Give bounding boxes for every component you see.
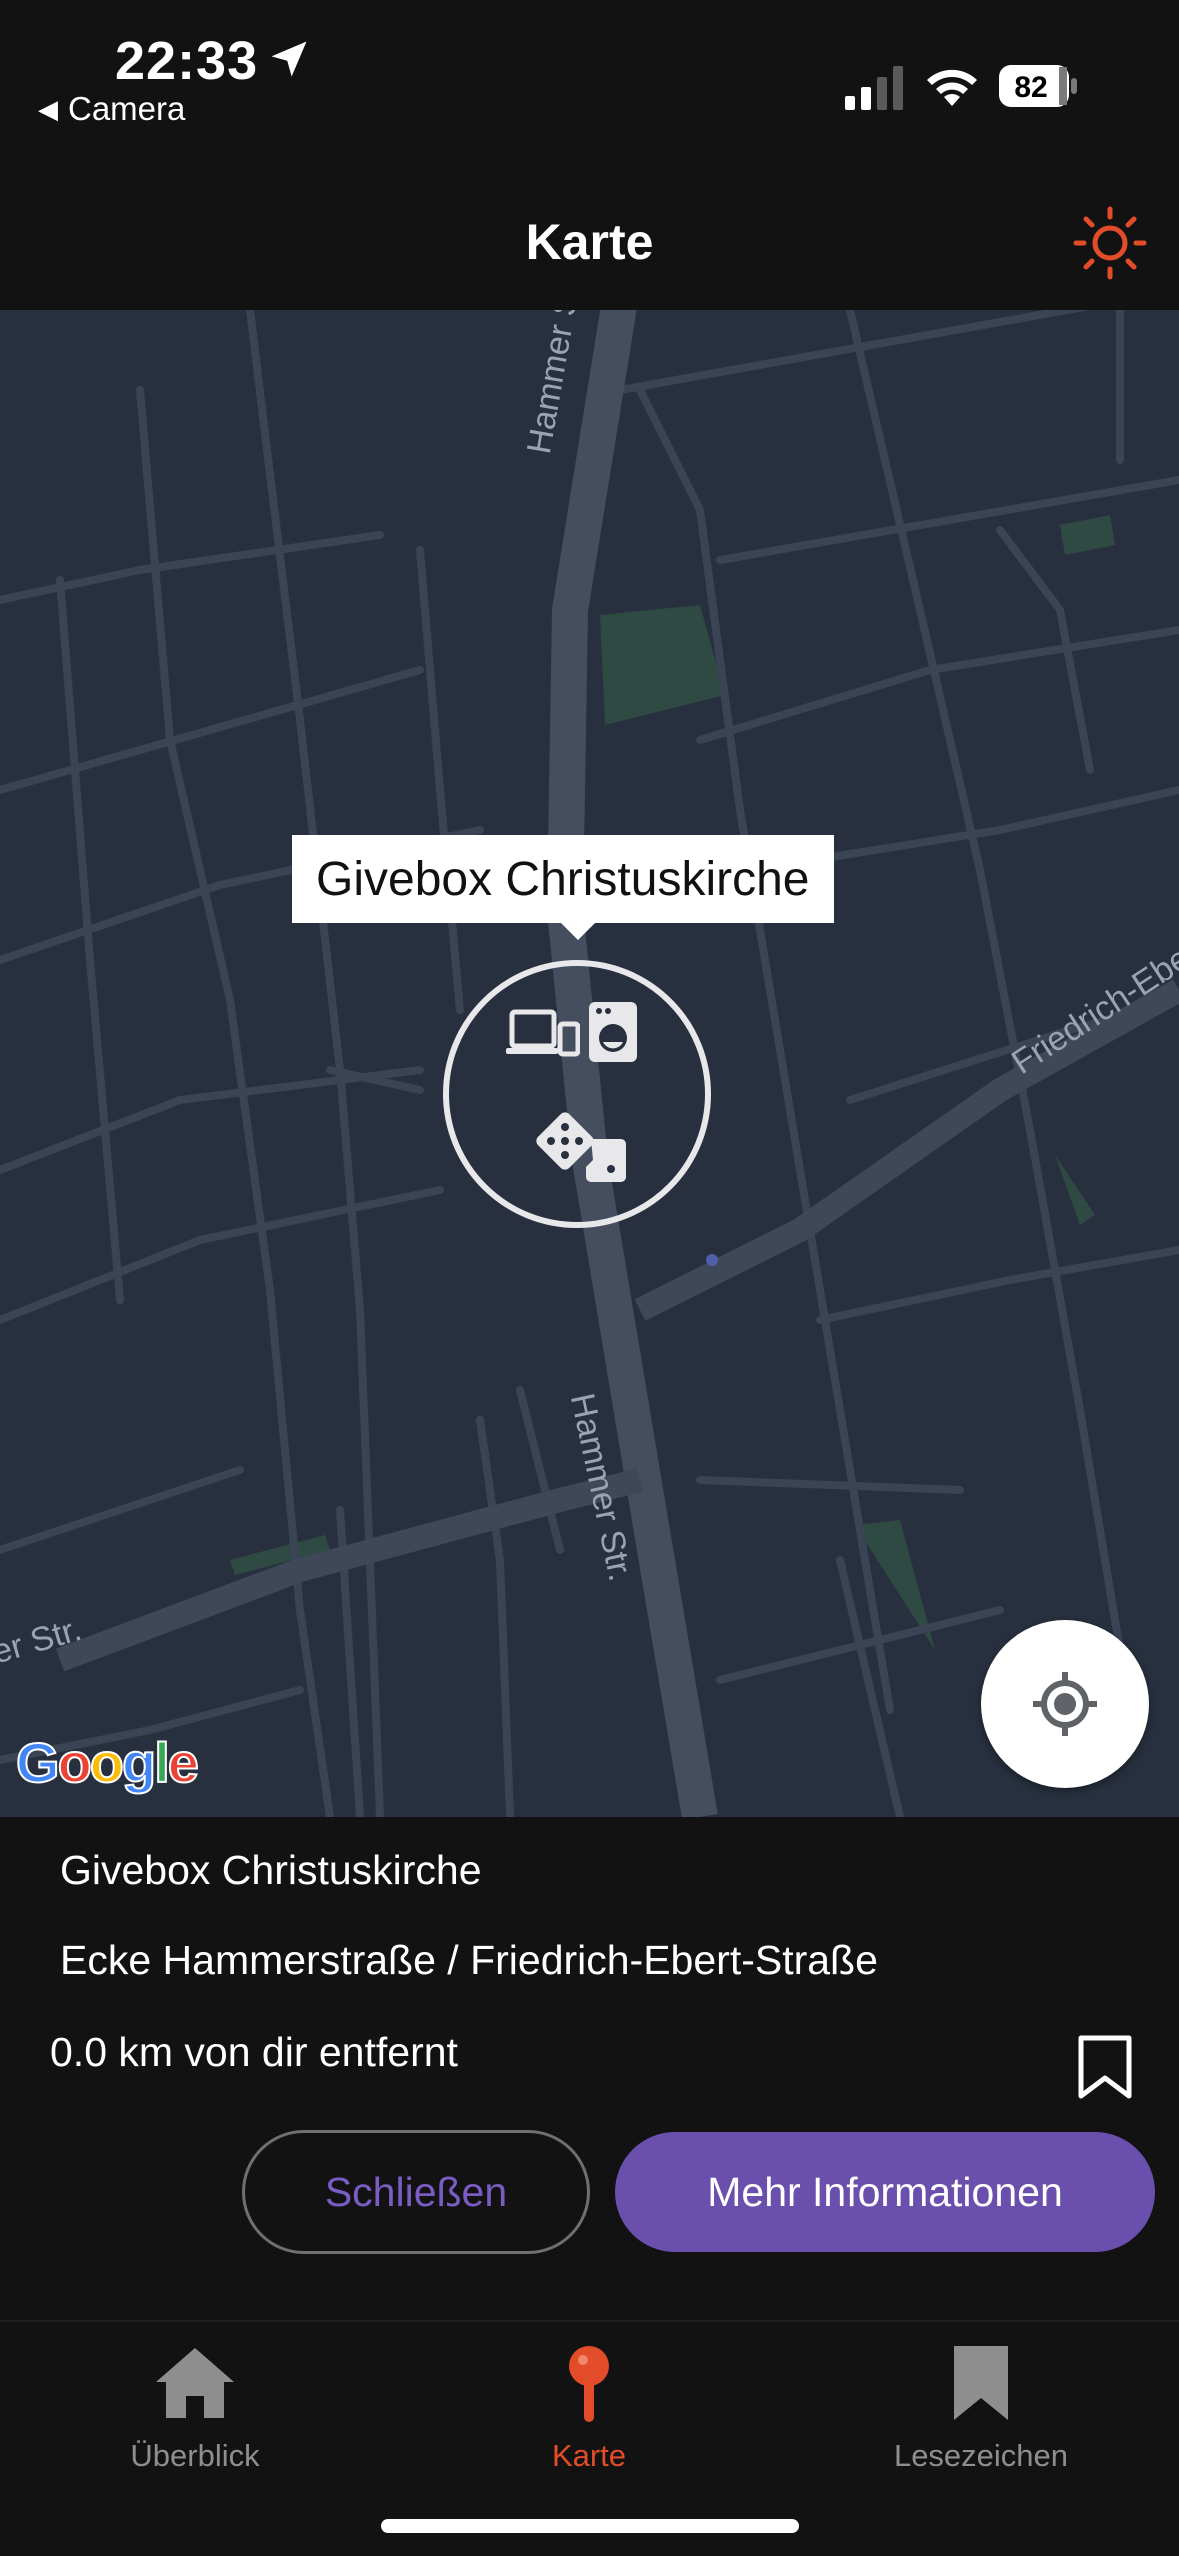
status-time: 22:33 [115, 31, 259, 91]
battery-level: 82 [1014, 71, 1047, 104]
my-location-button[interactable] [981, 1620, 1149, 1788]
back-to-app-link[interactable]: ◀ Camera [38, 90, 185, 128]
close-button[interactable]: Schließen [242, 2130, 590, 2254]
tab-label: Karte [551, 2438, 627, 2473]
map-pin-icon [569, 2346, 609, 2422]
wifi-icon [927, 69, 977, 106]
app-header: Karte [0, 175, 1179, 310]
tab-map[interactable]: Karte [459, 2340, 719, 2474]
more-info-button[interactable]: Mehr Informationen [615, 2132, 1155, 2252]
sun-icon[interactable] [1072, 205, 1148, 281]
map-view[interactable]: Hammer Str. Hammer Str. Friedrich-Ebert … [0, 310, 1179, 1817]
home-icon [156, 2348, 234, 2418]
dice-icon [536, 1112, 626, 1182]
home-indicator [381, 2519, 799, 2533]
battery-icon: 82 [999, 65, 1077, 107]
cellular-signal-icon [845, 66, 903, 110]
tab-label: Lesezeichen [893, 2438, 1069, 2473]
tab-overview[interactable]: Überblick [65, 2340, 325, 2474]
page-title: Karte [525, 214, 654, 270]
tab-label: Überblick [130, 2438, 260, 2473]
back-app-label: Camera [68, 90, 186, 127]
google-logo: Google [15, 1730, 200, 1795]
bookmark-icon[interactable] [1075, 2035, 1135, 2099]
location-arrow-icon [271, 41, 307, 77]
washing-machine-icon [589, 1002, 637, 1062]
devices-icon [506, 1009, 580, 1057]
givebox-marker[interactable] [443, 960, 711, 1228]
status-bar: 22:33 ◀ Camera 82 [0, 0, 1179, 175]
back-triangle-icon: ◀ [38, 93, 58, 124]
location-distance: 0.0 km von dir entfernt [50, 2029, 458, 2075]
marker-callout[interactable]: Givebox Christuskirche [292, 835, 834, 923]
callout-tail [560, 922, 596, 940]
crosshair-icon [1033, 1672, 1097, 1736]
location-name: Givebox Christuskirche [60, 1847, 482, 1893]
location-info-sheet: Givebox Christuskirche Ecke Hammerstraße… [0, 1817, 1179, 2320]
tab-bookmarks[interactable]: Lesezeichen [851, 2340, 1111, 2474]
location-address: Ecke Hammerstraße / Friedrich-Ebert-Stra… [60, 1937, 878, 1983]
bookmark-icon [954, 2346, 1008, 2420]
